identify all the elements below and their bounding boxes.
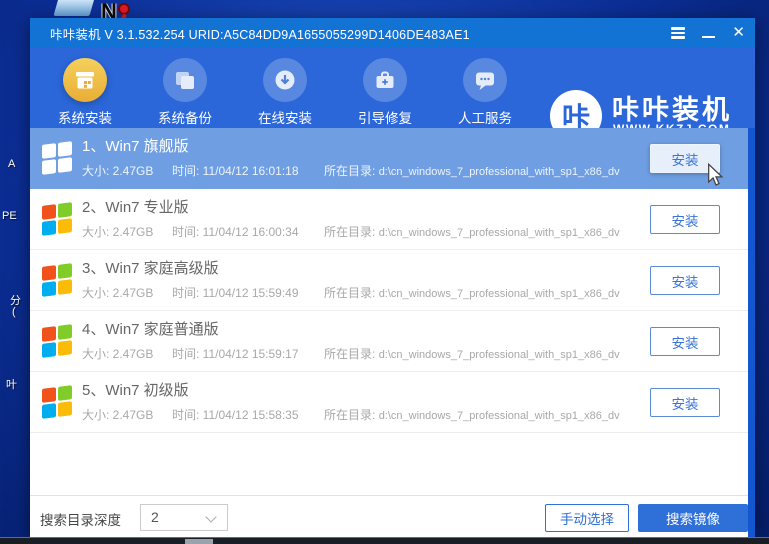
nav-label: 引导修复 — [345, 107, 425, 127]
item-meta: 大小: 2.47GB时间: 11/04/12 16:01:18所在目录: d:\… — [82, 162, 620, 179]
nav-bar: 系统安装 系统备份 — [30, 48, 755, 128]
titlebar[interactable]: 咔咔装机 V 3.1.532.254 URID:A5C84DD9A1655055… — [30, 18, 755, 48]
install-button[interactable]: 安装 — [650, 205, 720, 234]
backup-icon — [163, 58, 207, 102]
chevron-down-icon — [205, 511, 216, 522]
item-dir-path: d:\cn_windows_7_professional_with_sp1_x8… — [379, 227, 620, 239]
close-icon[interactable]: ✕ — [732, 25, 745, 40]
desktop-icon-label: ( — [12, 306, 16, 318]
nav-item-manual-service[interactable]: 人工服务 — [445, 58, 525, 127]
chat-icon — [463, 58, 507, 102]
item-dir-path: d:\cn_windows_7_professional_with_sp1_x8… — [379, 288, 620, 300]
item-title: 1、Win7 旗舰版 — [82, 135, 189, 156]
search-image-button[interactable]: 搜索镜像 — [638, 504, 748, 532]
windows-logo-icon — [42, 385, 72, 420]
item-time: 时间: 11/04/12 15:58:35 — [172, 406, 324, 423]
nav-label: 人工服务 — [445, 107, 525, 127]
item-time: 时间: 11/04/12 16:00:34 — [172, 223, 324, 240]
item-time: 时间: 11/04/12 16:01:18 — [172, 162, 324, 179]
item-meta: 大小: 2.47GB时间: 11/04/12 15:59:49所在目录: d:\… — [82, 284, 620, 301]
taskbar-item[interactable] — [185, 539, 213, 544]
mouse-cursor — [706, 163, 724, 187]
desktop-icon-label: A — [8, 158, 15, 170]
windows-logo-icon — [42, 141, 72, 176]
search-depth-select[interactable]: 2 — [140, 504, 228, 531]
item-size: 大小: 2.47GB — [82, 345, 172, 362]
item-dir-label: 所在目录: — [324, 408, 375, 422]
nav-item-online-install[interactable]: 在线安装 — [245, 58, 325, 127]
desktop-icon-label: PE — [2, 210, 17, 222]
item-title: 5、Win7 初级版 — [82, 379, 189, 400]
download-icon — [263, 58, 307, 102]
item-meta: 大小: 2.47GB时间: 11/04/12 15:58:35所在目录: d:\… — [82, 406, 620, 423]
nav-item-boot-repair[interactable]: 引导修复 — [345, 58, 425, 127]
nav-item-system-backup[interactable]: 系统备份 — [145, 58, 225, 127]
menu-icon[interactable] — [671, 25, 685, 40]
scrollbar[interactable] — [748, 128, 755, 538]
list-item-win7-professional[interactable]: 2、Win7 专业版 大小: 2.47GB时间: 11/04/12 16:00:… — [30, 189, 748, 250]
install-button[interactable]: 安装 — [650, 388, 720, 417]
item-size: 大小: 2.47GB — [82, 284, 172, 301]
desktop: N A PE 分 ( 叶 咔咔装机 V 3.1.532.254 URID:A5C… — [0, 0, 769, 544]
item-dir-label: 所在目录: — [324, 286, 375, 300]
item-dir-label: 所在目录: — [324, 164, 375, 178]
manual-select-button[interactable]: 手动选择 — [545, 504, 629, 532]
item-time: 时间: 11/04/12 15:59:49 — [172, 284, 324, 301]
item-meta: 大小: 2.47GB时间: 11/04/12 16:00:34所在目录: d:\… — [82, 223, 620, 240]
repair-toolbox-icon — [363, 58, 407, 102]
window-title: 咔咔装机 V 3.1.532.254 URID:A5C84DD9A1655055… — [50, 24, 470, 43]
nav-item-system-install[interactable]: 系统安装 — [45, 58, 125, 127]
item-dir-path: d:\cn_windows_7_professional_with_sp1_x8… — [379, 166, 620, 178]
windows-logo-icon — [42, 324, 72, 359]
list-item-win7-starter[interactable]: 5、Win7 初级版 大小: 2.47GB时间: 11/04/12 15:58:… — [30, 372, 748, 433]
os-image-list: 1、Win7 旗舰版 大小: 2.47GB时间: 11/04/12 16:01:… — [30, 128, 748, 495]
list-item-win7-ultimate[interactable]: 1、Win7 旗舰版 大小: 2.47GB时间: 11/04/12 16:01:… — [30, 128, 748, 189]
windows-logo-icon — [42, 202, 72, 237]
item-meta: 大小: 2.47GB时间: 11/04/12 15:59:17所在目录: d:\… — [82, 345, 620, 362]
item-size: 大小: 2.47GB — [82, 223, 172, 240]
minimize-icon[interactable] — [702, 36, 715, 38]
list-item-win7-home-premium[interactable]: 3、Win7 家庭高级版 大小: 2.47GB时间: 11/04/12 15:5… — [30, 250, 748, 311]
item-time: 时间: 11/04/12 15:59:17 — [172, 345, 324, 362]
item-dir-label: 所在目录: — [324, 347, 375, 361]
item-dir-path: d:\cn_windows_7_professional_with_sp1_x8… — [379, 410, 620, 422]
install-button[interactable]: 安装 — [650, 266, 720, 295]
footer-bar: 搜索目录深度 2 手动选择 搜索镜像 — [30, 495, 748, 538]
install-icon — [63, 58, 107, 102]
install-button[interactable]: 安装 — [650, 327, 720, 356]
nav-label: 系统安装 — [45, 107, 125, 127]
taskbar[interactable] — [0, 537, 769, 544]
list-item-win7-home-basic[interactable]: 4、Win7 家庭普通版 大小: 2.47GB时间: 11/04/12 15:5… — [30, 311, 748, 372]
item-dir-label: 所在目录: — [324, 225, 375, 239]
desktop-icon-label: 叶 — [6, 376, 17, 392]
item-dir-path: d:\cn_windows_7_professional_with_sp1_x8… — [379, 349, 620, 361]
windows-logo-icon — [42, 263, 72, 298]
search-depth-label: 搜索目录深度 — [40, 509, 121, 529]
nav-label: 系统备份 — [145, 107, 225, 127]
item-size: 大小: 2.47GB — [82, 406, 172, 423]
item-size: 大小: 2.47GB — [82, 162, 172, 179]
app-window: 咔咔装机 V 3.1.532.254 URID:A5C84DD9A1655055… — [30, 18, 755, 538]
search-depth-value: 2 — [151, 509, 159, 525]
item-title: 4、Win7 家庭普通版 — [82, 318, 219, 339]
item-title: 2、Win7 专业版 — [82, 196, 189, 217]
desktop-folder-icon[interactable] — [53, 0, 94, 16]
item-title: 3、Win7 家庭高级版 — [82, 257, 219, 278]
nav-label: 在线安装 — [245, 107, 325, 127]
